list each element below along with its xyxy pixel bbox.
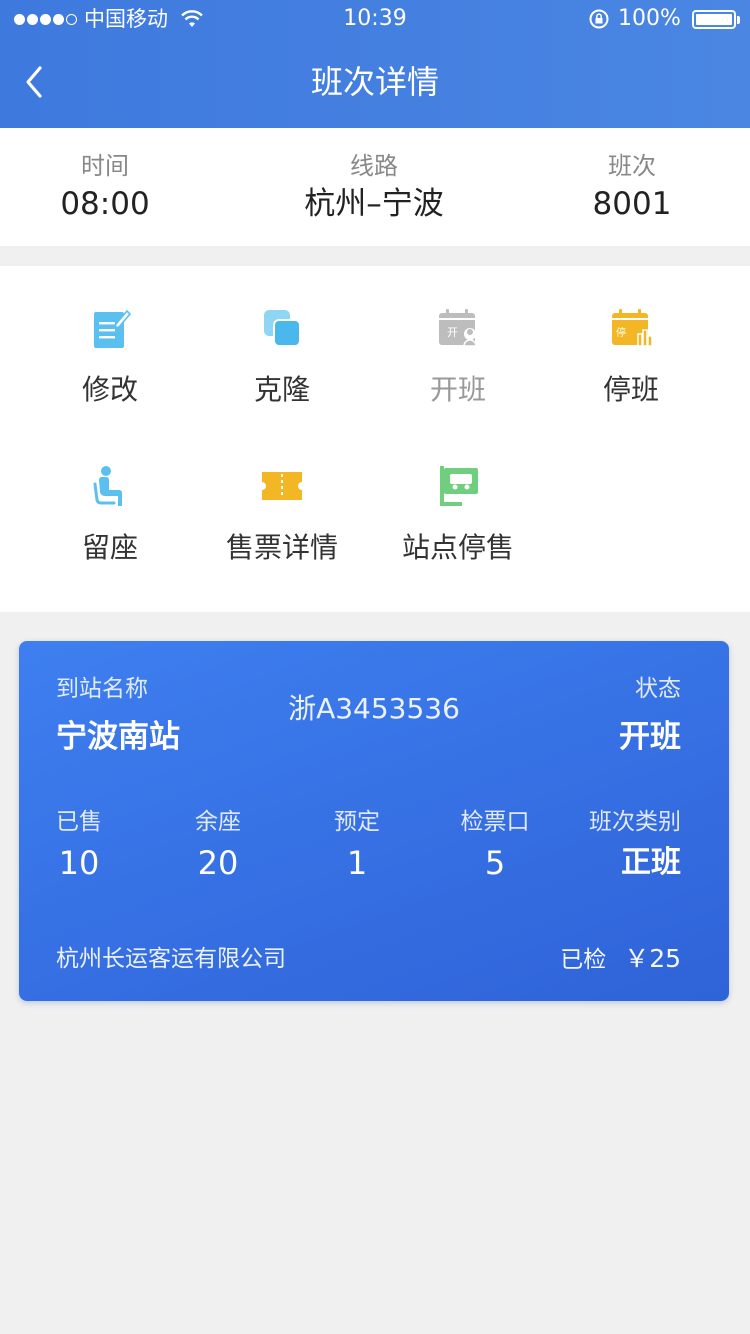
clone-icon: [264, 310, 301, 347]
action-label: 开班: [429, 373, 486, 406]
stat-label: 已售: [56, 809, 102, 835]
stat-label: 预定: [334, 809, 380, 835]
action-label: 修改: [81, 373, 138, 406]
action-label: 克隆: [253, 373, 310, 406]
trip-detail-card: 到站名称 宁波南站 浙A3453536 状态 开班 已售 10 余座 20 预定…: [19, 641, 729, 1001]
summary-value: 杭州–宁波: [304, 186, 444, 222]
stat-label: 班次类别: [589, 809, 681, 835]
action-ticket-details[interactable]: 售票详情: [196, 424, 368, 564]
battery-icon: [692, 10, 740, 29]
summary-label: 班次: [608, 152, 656, 180]
ticket-icon: [262, 472, 302, 500]
state-label: 状态: [635, 676, 681, 702]
stat-value: 10: [58, 844, 100, 882]
checked-label: 已检: [560, 947, 607, 973]
action-label: 售票详情: [225, 531, 338, 564]
page-title: 班次详情: [310, 63, 439, 101]
summary-label: 时间: [81, 152, 129, 180]
summary-value: 8001: [592, 186, 672, 222]
rotation-lock-icon: [589, 9, 609, 29]
station-stop-icon: [440, 466, 478, 506]
app-header: 中国移动 10:39 100% 班次详情: [0, 0, 750, 128]
action-reserve-seat[interactable]: 留座: [24, 424, 196, 564]
battery-percent: 100%: [618, 6, 681, 31]
stat-value: 1: [346, 844, 368, 882]
checked-price: 已检 ￥25: [560, 939, 681, 975]
action-label: 站点停售: [401, 531, 514, 564]
action-open-shift[interactable]: 开 开班: [372, 266, 544, 406]
summary-time: 时间 08:00: [0, 150, 225, 226]
stat-value: 正班: [621, 845, 681, 880]
price-value: ￥25: [624, 944, 681, 973]
status-bar: 中国移动 10:39 100%: [0, 0, 750, 38]
action-label: 停班: [602, 373, 659, 406]
svg-text:停: 停: [616, 326, 626, 339]
stop-shift-icon: 停: [612, 309, 653, 347]
state-value: 开班: [619, 719, 681, 755]
stat-trip-type: 班次类别 正班: [541, 806, 681, 886]
edit-icon: [94, 309, 132, 348]
action-grid: 修改 克隆 开 开班 停 停班 留座 售票详情 站点停售: [0, 266, 750, 612]
state-block: 状态 开班: [619, 673, 681, 759]
action-clone[interactable]: 克隆: [196, 266, 368, 406]
stat-value: 20: [197, 844, 239, 882]
summary-route: 线路 杭州–宁波: [254, 150, 494, 226]
summary-label: 线路: [350, 152, 398, 180]
action-label: 留座: [81, 531, 138, 564]
action-stop-shift[interactable]: 停 停班: [545, 266, 717, 406]
seat-icon: [93, 466, 122, 506]
stat-label: 余座: [195, 809, 241, 835]
stat-sold: 已售 10: [9, 806, 149, 886]
summary-value: 08:00: [60, 186, 150, 222]
stat-reserved: 预定 1: [287, 806, 427, 886]
trip-summary: 时间 08:00 线路 杭州–宁波 班次 8001: [0, 128, 750, 246]
stat-remaining: 余座 20: [148, 806, 288, 886]
svg-text:开: 开: [447, 326, 458, 339]
summary-trip-no: 班次 8001: [512, 150, 750, 226]
company-name: 杭州长运客运有限公司: [56, 946, 286, 972]
open-shift-icon: 开: [439, 309, 477, 347]
action-edit[interactable]: 修改: [24, 266, 196, 406]
action-station-stop-sale[interactable]: 站点停售: [372, 424, 544, 564]
